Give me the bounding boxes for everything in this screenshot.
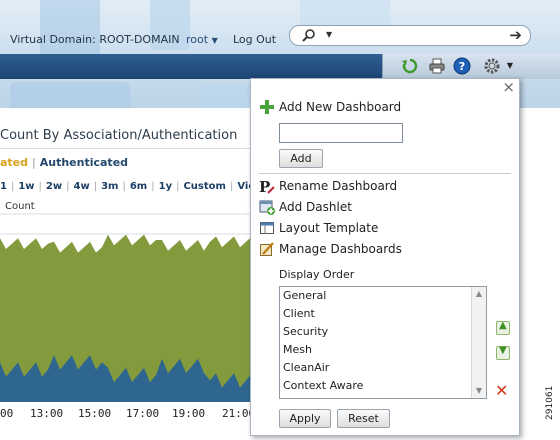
time-range-separator: |: [229, 181, 234, 192]
display-order-item[interactable]: Client: [280, 305, 486, 323]
time-range-option[interactable]: 4w: [74, 181, 90, 192]
manage-dashboards-label: Manage Dashboards: [279, 242, 402, 256]
user-name: root: [186, 33, 209, 46]
search-icon[interactable]: [302, 28, 316, 45]
figure-id: 291061: [545, 385, 555, 420]
print-icon[interactable]: [428, 57, 446, 75]
legend-authenticated[interactable]: Authenticated: [40, 156, 128, 169]
header-decoration: [10, 82, 130, 108]
add-new-dashboard-label: Add New Dashboard: [279, 100, 402, 114]
time-range-option[interactable]: 3m: [101, 181, 118, 192]
time-range-separator: |: [151, 181, 155, 192]
search-scope-caret-icon[interactable]: ▼: [326, 30, 332, 39]
manage-dashboards-icon: [259, 241, 275, 257]
y-axis-label: Count: [5, 201, 35, 212]
rename-dashboard-row[interactable]: P Rename Dashboard: [259, 177, 398, 196]
chart-title: Count By Association/Authentication: [0, 128, 238, 143]
help-icon[interactable]: ?: [453, 57, 471, 75]
time-range-option[interactable]: Custom: [183, 181, 225, 192]
rename-dashboard-label: Rename Dashboard: [279, 179, 398, 193]
add-dashlet-row[interactable]: Add Dashlet: [259, 198, 352, 216]
time-range-option[interactable]: 2w: [46, 181, 62, 192]
scroll-up-icon[interactable]: ▲: [472, 287, 486, 301]
user-menu-caret: ▼: [211, 36, 218, 45]
x-tick-label: 00: [0, 407, 14, 420]
layout-template-row[interactable]: Layout Template: [259, 219, 378, 237]
time-range-separator: |: [66, 181, 70, 192]
user-menu[interactable]: root ▼: [186, 33, 218, 46]
x-tick-label: 17:00: [126, 407, 160, 420]
add-new-dashboard-row[interactable]: Add New Dashboard: [259, 98, 401, 116]
time-range-separator: |: [93, 181, 98, 192]
search-input[interactable]: [342, 28, 496, 45]
display-order-item[interactable]: General: [280, 287, 486, 305]
time-range-option[interactable]: 1y: [159, 181, 172, 192]
rename-icon: P: [259, 178, 275, 196]
add-dashlet-icon: [259, 199, 275, 215]
dashboard-settings-popup: × Add New Dashboard Add P Rename Dashboa…: [250, 78, 520, 436]
display-order-item[interactable]: Mesh: [280, 341, 486, 359]
time-range-option[interactable]: 1: [0, 181, 7, 192]
chart-legend: ated | Authenticated: [0, 156, 128, 169]
delete-dashboard-icon[interactable]: ✕: [495, 381, 508, 400]
x-tick-label: 13:00: [30, 407, 64, 420]
gear-icon[interactable]: [483, 57, 501, 75]
time-range-selector: 1|1w|2w|4w|3m|6m|1y|Custom|View: [0, 181, 264, 192]
chart-divider: [0, 148, 250, 149]
popup-divider: [259, 173, 511, 174]
time-range-separator: |: [176, 181, 180, 192]
gear-menu-caret-icon[interactable]: ▼: [501, 57, 519, 75]
manage-dashboards-row[interactable]: Manage Dashboards: [259, 240, 402, 258]
chart-plot: [0, 213, 262, 402]
display-order-item[interactable]: Security: [280, 323, 486, 341]
chart-gridlines: [0, 213, 262, 235]
time-range-separator: |: [122, 181, 126, 192]
display-order-list[interactable]: General Client Security Mesh CleanAir Context…: [279, 286, 487, 399]
add-button[interactable]: Add: [279, 149, 323, 168]
search-box: ▼ ➔: [289, 25, 531, 46]
reset-button[interactable]: Reset: [337, 409, 390, 428]
display-order-item[interactable]: CleanAir: [280, 359, 486, 377]
close-icon[interactable]: ×: [502, 78, 515, 96]
apply-button[interactable]: Apply: [279, 409, 331, 428]
scroll-down-icon[interactable]: ▼: [472, 384, 486, 398]
time-range-option[interactable]: 6m: [130, 181, 147, 192]
display-order-scrollbar[interactable]: ▲ ▼: [471, 287, 486, 398]
time-range-separator: |: [38, 181, 42, 192]
search-go-arrow-icon[interactable]: ➔: [509, 26, 522, 44]
display-order-label: Display Order: [279, 268, 355, 281]
add-dashlet-label: Add Dashlet: [279, 200, 352, 214]
move-down-icon[interactable]: ▼: [496, 345, 510, 360]
virtual-domain-label: Virtual Domain: ROOT-DOMAIN: [10, 33, 180, 46]
x-tick-label: 15:00: [78, 407, 112, 420]
legend-separator: |: [32, 156, 36, 169]
layout-template-icon: [259, 220, 275, 236]
dashboard-name-input[interactable]: [279, 123, 403, 143]
time-range-separator: |: [10, 181, 15, 192]
x-tick-label: 19:00: [172, 407, 206, 420]
logout-link[interactable]: Log Out: [233, 33, 276, 46]
move-up-icon[interactable]: ▲: [496, 320, 510, 335]
plus-icon: [259, 99, 275, 115]
dashboard-toolbar: ? ▼: [382, 54, 560, 79]
svg-text:?: ?: [459, 60, 465, 73]
legend-associated[interactable]: ated: [0, 156, 28, 169]
time-range-option[interactable]: 1w: [18, 181, 34, 192]
display-order-item[interactable]: Context Aware: [280, 377, 486, 395]
layout-template-label: Layout Template: [279, 221, 379, 235]
refresh-icon[interactable]: [401, 57, 419, 75]
